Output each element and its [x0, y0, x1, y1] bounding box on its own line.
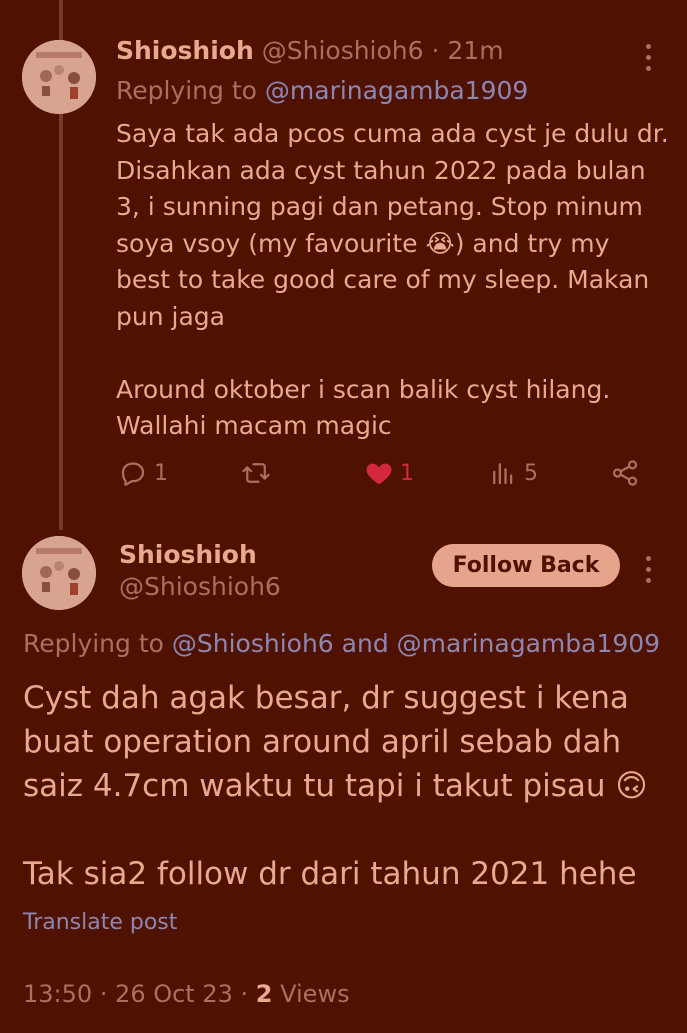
mention-link[interactable]: @marinagamba1909: [397, 629, 660, 658]
separator: ·: [423, 36, 448, 65]
share-button[interactable]: [610, 458, 640, 488]
views-icon: [493, 463, 513, 485]
views-label: Views: [272, 980, 350, 1008]
timestamp[interactable]: 13:50 · 26 Oct 23 ·: [23, 980, 256, 1008]
action-bar: 1 1 5: [116, 458, 646, 498]
replying-to: Replying to @marinagamba1909: [116, 76, 528, 105]
views-count: 5: [524, 460, 538, 486]
display-name[interactable]: Shioshioh: [116, 36, 254, 65]
tweet-meta: 13:50 · 26 Oct 23 · 2 Views: [23, 980, 350, 1008]
replying-and: and: [333, 629, 397, 658]
replying-to: Replying to @Shioshioh6 and @marinagamba…: [23, 629, 660, 658]
views-button[interactable]: 5: [488, 458, 538, 488]
replying-prefix: Replying to: [23, 629, 172, 658]
heart-filled-icon: [366, 463, 392, 485]
handle[interactable]: @Shioshioh6: [119, 572, 281, 601]
views-count: 2: [255, 980, 273, 1008]
reply-button[interactable]: 1: [118, 458, 168, 488]
avatar-image: [22, 40, 96, 114]
handle[interactable]: @Shioshioh6: [262, 36, 424, 65]
follow-back-button[interactable]: Follow Back: [432, 544, 620, 587]
more-icon[interactable]: [646, 556, 654, 583]
share-icon: [612, 460, 638, 486]
timestamp[interactable]: 21m: [447, 36, 503, 65]
like-count: 1: [400, 460, 414, 486]
tweet-text: Saya tak ada pcos cuma ada cyst je dulu …: [116, 119, 669, 440]
retweet-icon: [242, 463, 270, 483]
more-icon[interactable]: [646, 44, 654, 71]
avatar[interactable]: [22, 536, 96, 610]
mention-link[interactable]: @Shioshioh6: [172, 629, 334, 658]
avatar-image: [22, 536, 96, 610]
avatar[interactable]: [22, 40, 96, 114]
retweet-button[interactable]: [240, 458, 278, 488]
display-name[interactable]: Shioshioh: [119, 540, 257, 569]
like-button[interactable]: 1: [364, 458, 414, 488]
tweet1-header: Shioshioh @Shioshioh6 · 21m: [116, 36, 504, 65]
replying-prefix: Replying to: [116, 76, 265, 105]
reply-icon: [121, 462, 145, 486]
mention-link[interactable]: @marinagamba1909: [265, 76, 528, 105]
translate-post-link[interactable]: Translate post: [23, 910, 177, 935]
tweet-text: Cyst dah agak besar, dr suggest i kena b…: [23, 680, 648, 892]
reply-count: 1: [154, 460, 168, 486]
